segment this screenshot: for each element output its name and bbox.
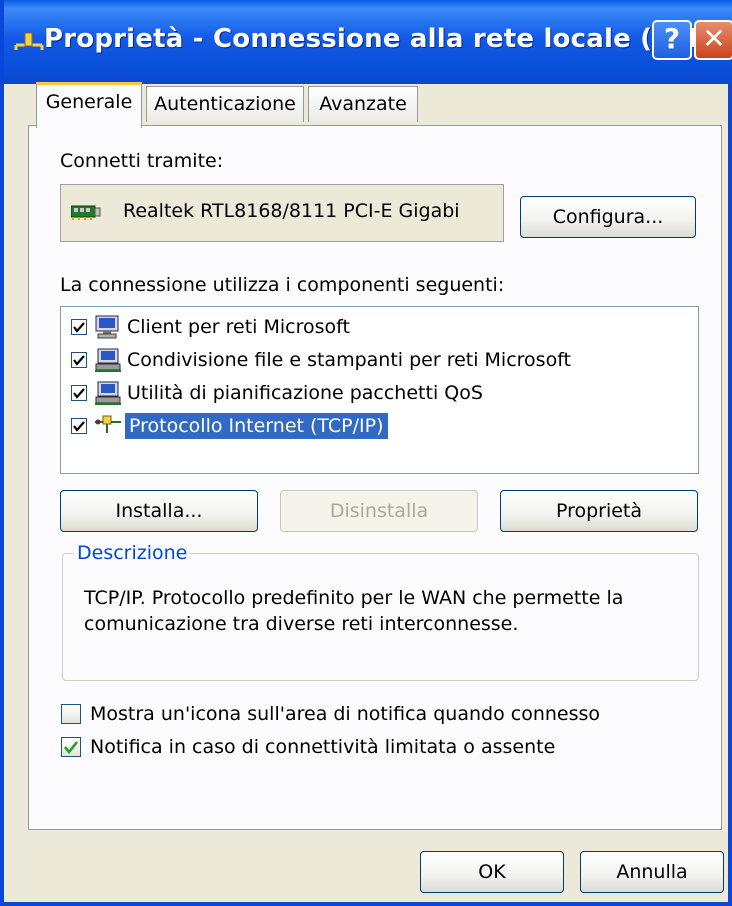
description-text: TCP/IP. Protocollo predefinito per le WA… xyxy=(84,587,624,635)
protocol-icon xyxy=(93,413,123,439)
adapter-display: Realtek RTL8168/8111 PCI-E Gigabi xyxy=(60,184,504,242)
show-icon-label[interactable]: Mostra un'icona sull'area di notifica qu… xyxy=(90,703,600,725)
window-title: Proprietà - Connessione alla rete locale… xyxy=(44,24,732,54)
show-icon-checkbox[interactable] xyxy=(61,704,81,724)
install-button[interactable]: Installa... xyxy=(60,490,258,532)
ok-button[interactable]: OK xyxy=(420,851,564,893)
components-label: La connessione utilizza i componenti seg… xyxy=(60,274,505,296)
notify-checkbox[interactable] xyxy=(61,737,81,757)
components-list[interactable]: Client per reti Microsoft Condivisione f… xyxy=(60,306,699,474)
tab-autenticazione[interactable]: Autenticazione xyxy=(146,86,304,122)
adapter-name: Realtek RTL8168/8111 PCI-E Gigabi xyxy=(123,200,460,222)
tab-avanzate[interactable]: Avanzate xyxy=(308,86,418,122)
list-item[interactable]: Condivisione file e stampanti per reti M… xyxy=(71,347,671,375)
list-item[interactable]: Utilità di pianificazione pacchetti QoS xyxy=(71,380,671,408)
lan-connection-icon xyxy=(14,30,44,52)
notify-label[interactable]: Notifica in caso di connettività limitat… xyxy=(90,736,555,758)
description-legend: Descrizione xyxy=(74,542,191,564)
component-label: Client per reti Microsoft xyxy=(127,316,350,338)
component-label: Protocollo Internet (TCP/IP) xyxy=(125,413,388,439)
component-checkbox[interactable] xyxy=(71,352,87,368)
title-bar[interactable]: Proprietà - Connessione alla rete locale… xyxy=(4,0,732,84)
component-checkbox[interactable] xyxy=(71,319,87,335)
tab-generale[interactable]: Generale xyxy=(36,82,142,128)
connect-using-label: Connetti tramite: xyxy=(60,150,224,172)
component-label: Utilità di pianificazione pacchetti QoS xyxy=(127,382,483,404)
close-button[interactable]: ✕ xyxy=(694,20,732,60)
component-checkbox[interactable] xyxy=(71,385,87,401)
component-label: Condivisione file e stampanti per reti M… xyxy=(127,349,572,371)
properties-dialog: Proprietà - Connessione alla rete locale… xyxy=(0,0,732,906)
list-item[interactable]: Protocollo Internet (TCP/IP) xyxy=(71,413,671,441)
network-service-icon xyxy=(93,347,123,373)
help-button[interactable]: ? xyxy=(652,20,692,60)
uninstall-button[interactable]: Disinstalla xyxy=(280,490,478,532)
component-checkbox[interactable] xyxy=(71,418,87,434)
configure-button[interactable]: Configura... xyxy=(520,196,696,238)
cancel-button[interactable]: Annulla xyxy=(580,851,724,893)
network-adapter-icon xyxy=(70,203,101,221)
network-client-icon xyxy=(93,314,123,340)
properties-button[interactable]: Proprietà xyxy=(500,490,698,532)
list-item[interactable]: Client per reti Microsoft xyxy=(71,314,671,342)
network-service-icon xyxy=(93,380,123,406)
